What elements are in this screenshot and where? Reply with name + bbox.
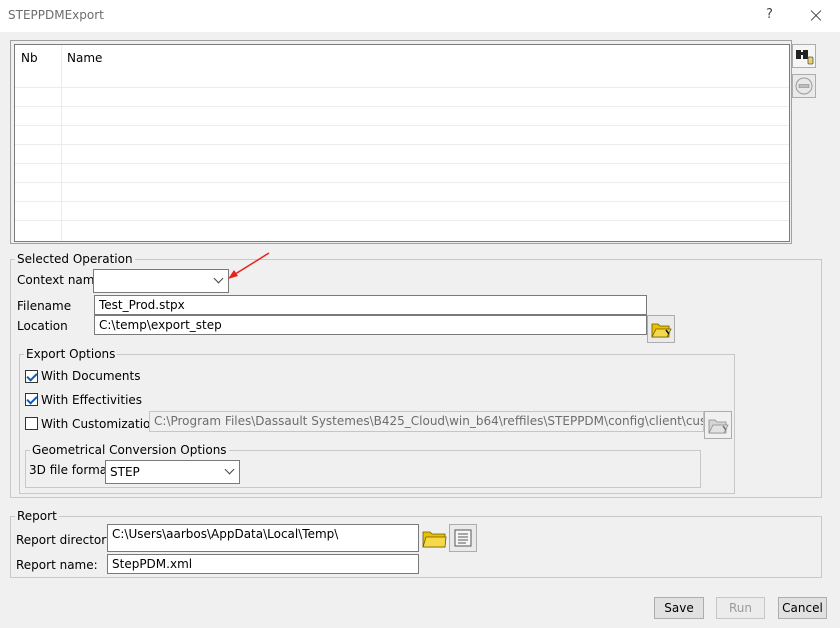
table-row — [15, 106, 789, 107]
report-name-input[interactable]: StepPDM.xml — [107, 554, 419, 574]
with-effectivities-label: With Effectivities — [41, 393, 143, 407]
binoculars-icon — [796, 50, 814, 65]
remove-button[interactable] — [792, 74, 816, 98]
customization-path-input[interactable]: C:\Program Files\Dassault Systemes\B425_… — [149, 411, 704, 432]
title-bar — [0, 0, 840, 32]
cancel-button[interactable]: Cancel — [778, 597, 827, 619]
column-header-name[interactable]: Name — [67, 51, 102, 65]
table-row — [15, 87, 789, 88]
operations-list[interactable]: Nb Name — [14, 44, 790, 242]
column-header-nb[interactable]: Nb — [21, 51, 38, 65]
folder-open-icon — [651, 323, 672, 338]
table-row — [15, 220, 789, 221]
filename-input[interactable]: Test_Prod.stpx — [94, 295, 647, 315]
list-header: Nb Name — [15, 45, 789, 75]
report-legend: Report — [17, 509, 57, 523]
folder-icon — [422, 531, 447, 548]
help-button[interactable]: ? — [766, 7, 773, 22]
context-name-label: Context name — [17, 273, 102, 287]
chevron-down-icon — [213, 273, 224, 284]
remove-icon — [795, 77, 813, 95]
context-name-select[interactable] — [93, 269, 229, 293]
browse-customization-button[interactable] — [704, 411, 732, 439]
browse-location-button[interactable] — [647, 315, 675, 343]
save-button[interactable]: Save — [654, 597, 704, 619]
with-documents-label: With Documents — [41, 369, 141, 383]
export-options-legend: Export Options — [26, 347, 116, 361]
filename-label: Filename — [17, 299, 72, 313]
with-customization-label: With Customization — [41, 417, 159, 431]
table-row — [15, 182, 789, 183]
scroll-icon — [454, 529, 472, 547]
location-input[interactable]: C:\temp\export_step — [94, 315, 647, 335]
close-button[interactable] — [804, 4, 828, 28]
run-button[interactable]: Run — [716, 597, 765, 619]
table-row — [15, 144, 789, 145]
3d-file-format-value: STEP — [110, 465, 140, 479]
view-report-button[interactable] — [449, 524, 477, 552]
chevron-down-icon — [224, 464, 235, 475]
table-row — [15, 125, 789, 126]
report-directory-input[interactable]: C:\Users\aarbos\AppData\Local\Temp\ — [107, 524, 419, 552]
window-title: STEPPDMExport — [8, 8, 104, 22]
with-effectivities-checkbox[interactable] — [25, 393, 38, 406]
geometric-options-legend: Geometrical Conversion Options — [32, 443, 227, 457]
selected-operation-legend: Selected Operation — [17, 252, 133, 266]
3d-file-format-label: 3D file format — [29, 463, 112, 477]
folder-open-icon — [708, 419, 729, 434]
location-label: Location — [17, 319, 68, 333]
with-documents-checkbox[interactable] — [25, 370, 38, 383]
red-arrow-annotation — [228, 252, 270, 279]
with-customization-checkbox[interactable] — [25, 417, 38, 430]
search-button[interactable] — [792, 44, 816, 68]
browse-report-directory-button[interactable] — [420, 524, 448, 552]
report-directory-label: Report directory: — [16, 533, 117, 547]
table-row — [15, 163, 789, 164]
3d-file-format-select[interactable]: STEP — [105, 460, 240, 484]
report-name-label: Report name: — [16, 558, 98, 572]
table-row — [15, 201, 789, 202]
